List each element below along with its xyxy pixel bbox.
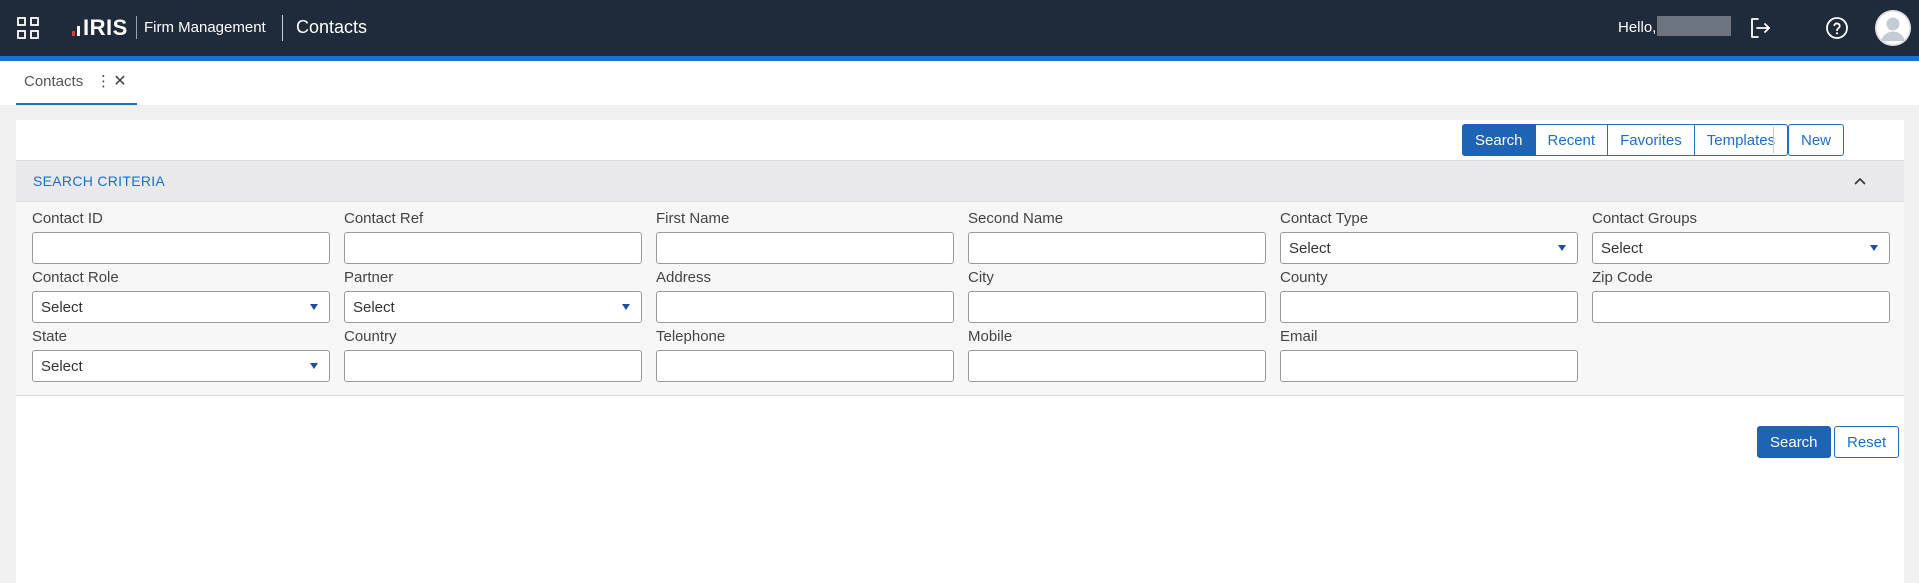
contact-role-select[interactable]: Select [32,291,330,323]
view-search-button[interactable]: Search [1462,124,1536,156]
contact-type-select[interactable]: Select [1280,232,1578,264]
email-input[interactable] [1280,350,1578,382]
title-divider [282,15,283,41]
avatar[interactable] [1875,10,1911,46]
search-criteria-panel: SEARCH CRITERIA Contact ID Contact Ref F… [16,160,1904,396]
caret-down-icon [1870,245,1878,251]
country-input[interactable] [344,350,642,382]
field-label: Email [1280,328,1318,345]
caret-down-icon [1558,245,1566,251]
field-label: Partner [344,269,394,286]
view-favorites-button[interactable]: Favorites [1608,124,1695,156]
field-label: State [32,328,68,345]
field-label: Contact Groups [1592,210,1698,227]
field-label: Mobile [968,328,1013,345]
field-label: Contact Type [1280,210,1369,227]
avatar-icon [1875,10,1911,46]
view-recent-button[interactable]: Recent [1535,124,1609,156]
mobile-input[interactable] [968,350,1266,382]
search-button[interactable]: Search [1757,426,1831,458]
field-label: Contact ID [32,210,103,227]
page-title: Contacts [296,17,368,37]
caret-down-icon [310,363,318,369]
reset-button[interactable]: Reset [1834,426,1900,458]
view-toggle-group: Search Recent Favorites Templates [1462,124,1789,156]
logo-divider [136,16,137,39]
user-name-redacted [1657,16,1731,36]
logo-bars [72,20,80,36]
search-criteria-title: SEARCH CRITERIA [33,173,166,189]
field-label: Country [344,328,397,345]
logo-text: IRIS [83,15,128,40]
zip-code-input[interactable] [1592,291,1890,323]
contact-id-input[interactable] [32,232,330,264]
select-value: Select [41,357,83,375]
greeting: Hello, [1618,19,1657,36]
iris-logo[interactable]: IRIS [72,15,128,41]
field-label: City [968,269,994,286]
field-label: Telephone [656,328,726,345]
tab-contacts[interactable]: Contacts ⋮ ✕ [16,61,137,105]
state-select[interactable]: Select [32,350,330,382]
contact-groups-select[interactable]: Select [1592,232,1890,264]
field-label: Second Name [968,210,1064,227]
tab-close-icon[interactable]: ✕ [113,71,127,91]
first-name-input[interactable] [656,232,954,264]
field-label: Zip Code [1592,269,1653,286]
app-name: Firm Management [144,19,266,36]
contact-ref-input[interactable] [344,232,642,264]
select-value: Select [1289,239,1331,257]
tab-bar: Contacts ⋮ ✕ [0,61,1919,105]
view-templates-button[interactable]: Templates [1694,124,1789,156]
top-bar: IRIS Firm Management Contacts Hello, [0,0,1919,56]
field-label: First Name [656,210,730,227]
second-name-input[interactable] [968,232,1266,264]
city-input[interactable] [968,291,1266,323]
field-label: Address [656,269,712,286]
caret-down-icon [622,304,630,310]
field-label: Contact Role [32,269,119,286]
new-button[interactable]: New [1788,124,1845,156]
toolbar-divider [1773,127,1774,153]
partner-select[interactable]: Select [344,291,642,323]
select-value: Select [353,298,395,316]
field-label: Contact Ref [344,210,424,227]
logout-icon[interactable] [1748,16,1772,40]
caret-down-icon [310,304,318,310]
select-value: Select [1601,239,1643,257]
address-input[interactable] [656,291,954,323]
help-icon[interactable] [1825,16,1849,40]
content-card: Search Recent Favorites Templates New SE… [16,120,1904,583]
field-label: County [1280,269,1328,286]
select-value: Select [41,298,83,316]
tab-label: Contacts [24,73,84,90]
chevron-up-icon[interactable] [1852,173,1868,189]
tab-menu-icon[interactable]: ⋮ [96,72,111,90]
county-input[interactable] [1280,291,1578,323]
apps-grid-icon[interactable] [17,17,39,39]
telephone-input[interactable] [656,350,954,382]
search-criteria-header[interactable]: SEARCH CRITERIA [16,161,1904,202]
